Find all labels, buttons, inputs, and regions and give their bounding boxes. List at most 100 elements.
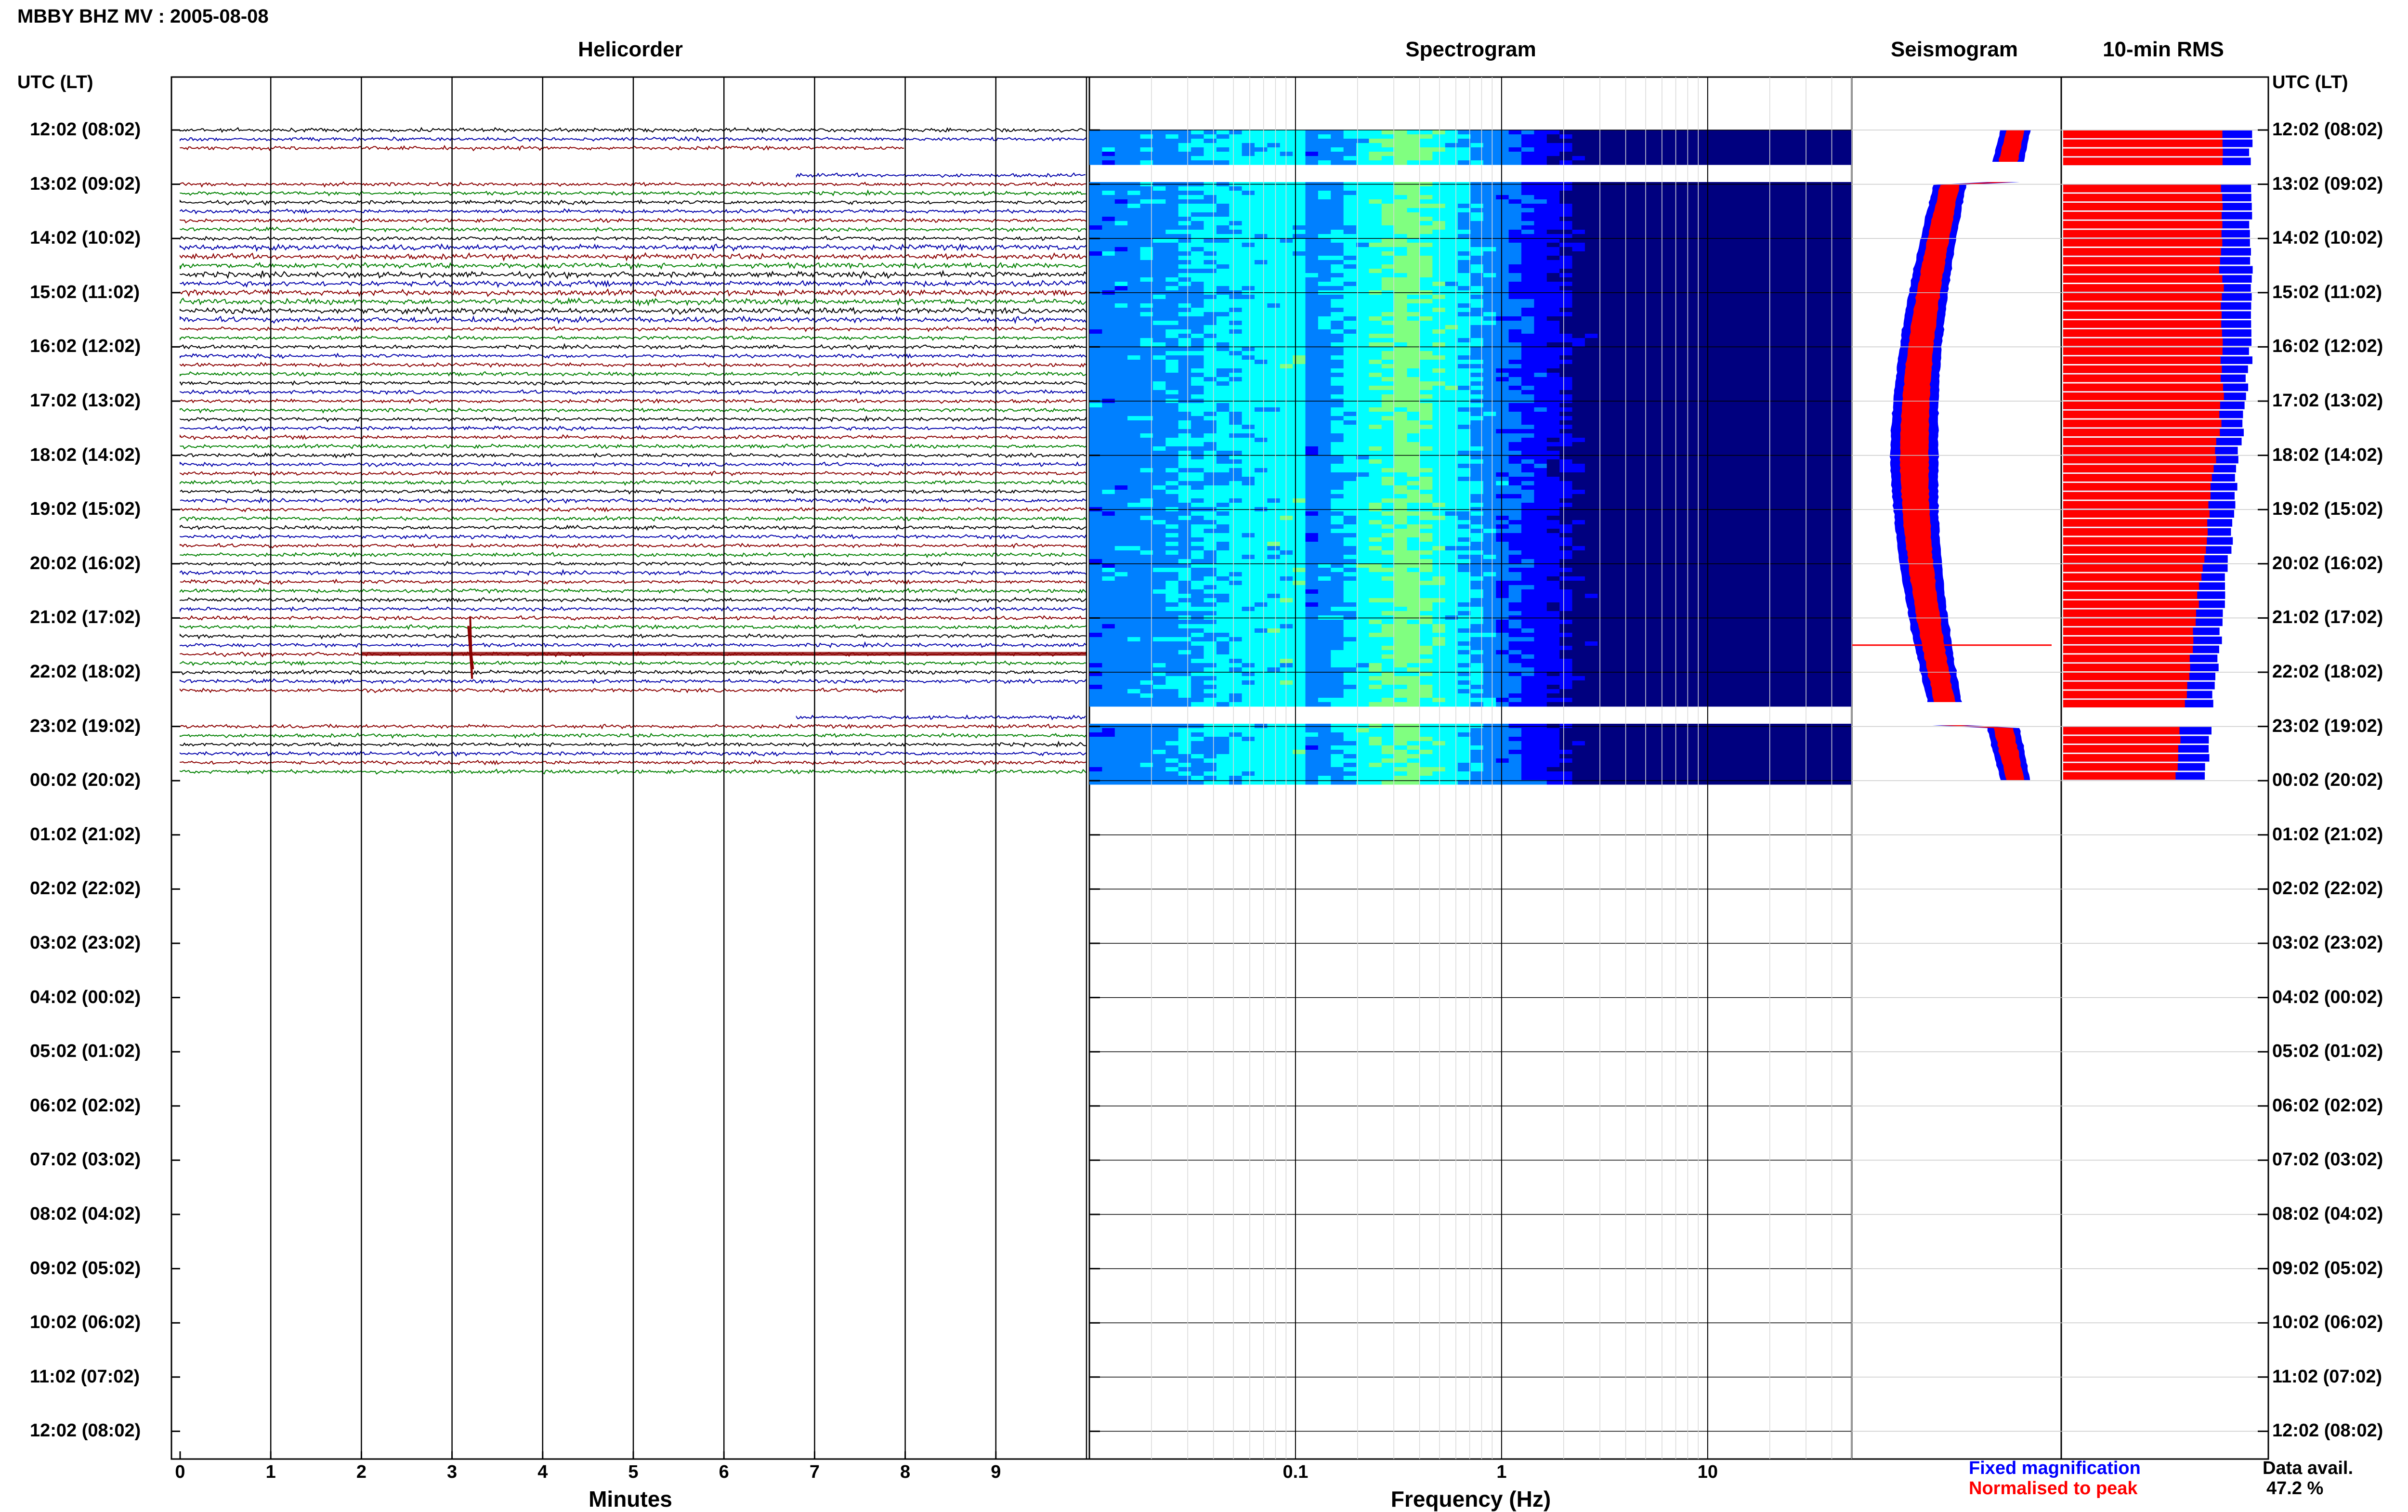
spectrogram-cell xyxy=(1572,477,1585,482)
spectrogram-cell xyxy=(1534,325,1547,330)
spectrogram-cell xyxy=(1559,364,1572,369)
spectrogram-cell xyxy=(1661,472,1674,477)
spectrogram-cell xyxy=(1356,481,1369,486)
spectrogram-cell xyxy=(1738,494,1751,499)
spectrogram-cell xyxy=(1610,186,1623,191)
spectrogram-cell xyxy=(1521,403,1534,408)
spectrogram-cell xyxy=(1572,498,1585,503)
spectrogram-cell xyxy=(1420,403,1433,408)
spectrogram-cell xyxy=(1559,312,1572,317)
spectrogram-cell xyxy=(1763,381,1776,386)
spectrogram-cell xyxy=(1432,286,1445,291)
spectrogram-cell xyxy=(1776,485,1789,490)
spectrogram-cell xyxy=(1534,451,1547,456)
spectrogram-cell xyxy=(1699,243,1712,248)
spectrogram-cell xyxy=(1204,186,1217,191)
spectrogram-cell xyxy=(1738,464,1751,469)
spectrogram-cell xyxy=(1229,208,1242,213)
spectrogram-cell xyxy=(1204,325,1217,330)
spectrogram-cell xyxy=(1649,338,1662,343)
spectrogram-cell xyxy=(1826,143,1839,148)
spectrogram-cell xyxy=(1432,394,1445,399)
spectrogram-cell xyxy=(1306,485,1319,490)
spectrogram-cell xyxy=(1280,234,1293,239)
spectrogram-cell xyxy=(1776,438,1789,443)
spectrogram-cell xyxy=(1585,186,1598,191)
spectrogram-cell xyxy=(1407,477,1420,482)
spectrogram-cell xyxy=(1534,264,1547,269)
spectrogram-cell xyxy=(1242,295,1255,300)
spectrogram-cell xyxy=(1572,243,1585,248)
spectrogram-cell xyxy=(1725,459,1738,464)
spectrogram-cell xyxy=(1382,303,1395,308)
spectrogram-cell xyxy=(1369,217,1382,222)
spectrogram-cell xyxy=(1699,230,1712,235)
spectrogram-cell xyxy=(1623,199,1636,204)
spectrogram-cell xyxy=(1776,191,1789,196)
spectrogram-cell xyxy=(1382,407,1395,412)
spectrogram-cell xyxy=(1255,412,1268,417)
spectrogram-cell xyxy=(1382,498,1395,503)
spectrogram-cell xyxy=(1534,490,1547,495)
spectrogram-cell xyxy=(1369,134,1382,139)
spectrogram-cell xyxy=(1127,221,1140,226)
spectrogram-cell xyxy=(1178,134,1191,139)
spectrogram-cell xyxy=(1547,130,1560,135)
spectrogram-cell xyxy=(1788,234,1801,239)
spectrogram-cell xyxy=(1814,485,1827,490)
spectrogram-cell xyxy=(1356,256,1369,261)
spectrogram-cell xyxy=(1420,390,1433,395)
spectrogram-cell xyxy=(1814,386,1827,391)
spectrogram-cell xyxy=(1839,386,1852,391)
spectrogram-cell xyxy=(1559,130,1572,135)
spectrogram-cell xyxy=(1496,303,1509,308)
spectrogram-cell xyxy=(1585,347,1598,352)
spectrogram-cell xyxy=(1738,139,1751,143)
spectrogram-cell xyxy=(1255,152,1268,156)
spectrogram-cell xyxy=(1420,459,1433,464)
spectrogram-cell xyxy=(1610,221,1623,226)
spectrogram-cell xyxy=(1191,381,1204,386)
spectrogram-cell xyxy=(1801,368,1814,373)
spectrogram-cell xyxy=(1204,303,1217,308)
spectrogram-cell xyxy=(1788,416,1801,421)
spectrogram-cell xyxy=(1089,147,1102,152)
spectrogram-cell xyxy=(1242,230,1255,235)
spectrogram-cell xyxy=(1458,451,1471,456)
spectrogram-cell xyxy=(1394,420,1407,425)
spectrogram-cell xyxy=(1432,217,1445,222)
spectrogram-cell xyxy=(1788,455,1801,460)
spectrogram-cell xyxy=(1610,217,1623,222)
spectrogram-cell xyxy=(1178,360,1191,365)
spectrogram-cell xyxy=(1559,152,1572,156)
spectrogram-cell xyxy=(1699,186,1712,191)
spectrogram-cell xyxy=(1712,381,1725,386)
spectrogram-cell xyxy=(1318,295,1331,300)
spectrogram-cell xyxy=(1331,273,1344,278)
spectrogram-cell xyxy=(1165,416,1178,421)
spectrogram-cell xyxy=(1649,130,1662,135)
spectrogram-cell xyxy=(1483,221,1496,226)
spectrogram-cell xyxy=(1420,364,1433,369)
spectrogram-cell xyxy=(1801,364,1814,369)
spectrogram-cell xyxy=(1610,234,1623,239)
spectrogram-cell xyxy=(1521,342,1534,347)
spectrogram-cell xyxy=(1178,260,1191,265)
spectrogram-cell xyxy=(1483,394,1496,399)
spectrogram-cell xyxy=(1217,429,1230,434)
spectrogram-cell xyxy=(1559,217,1572,222)
spectrogram-cell xyxy=(1699,286,1712,291)
spectrogram-cell xyxy=(1306,152,1319,156)
spectrogram-cell xyxy=(1496,329,1509,334)
spectrogram-cell xyxy=(1382,364,1395,369)
spectrogram-cell xyxy=(1293,139,1306,143)
spectrogram-cell xyxy=(1369,464,1382,469)
spectrogram-cell xyxy=(1127,247,1140,252)
spectrogram-cell xyxy=(1699,338,1712,343)
spectrogram-cell xyxy=(1331,186,1344,191)
spectrogram-cell xyxy=(1814,282,1827,287)
spectrogram-cell xyxy=(1623,195,1636,200)
spectrogram-cell xyxy=(1255,195,1268,200)
spectrogram-cell xyxy=(1267,468,1280,473)
spectrogram-cell xyxy=(1382,234,1395,239)
